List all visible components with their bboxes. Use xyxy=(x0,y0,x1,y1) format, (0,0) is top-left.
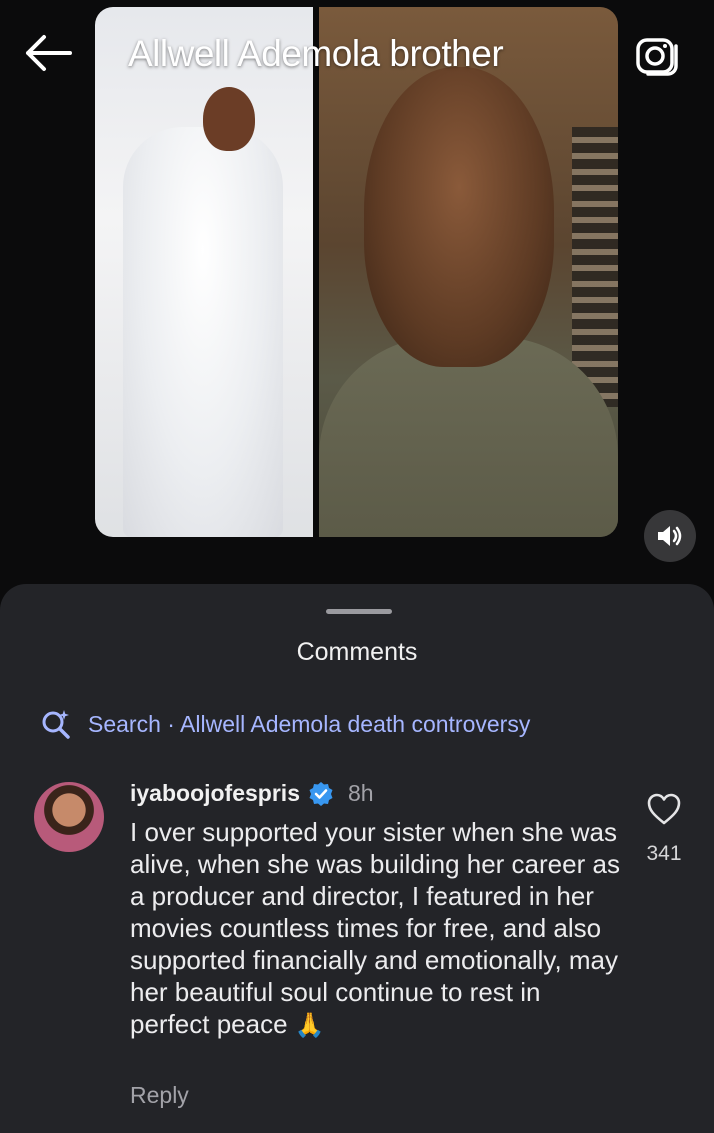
man-face xyxy=(364,67,554,367)
camera-icon xyxy=(636,38,678,76)
video-area: Allwell Ademola brother xyxy=(0,0,714,600)
back-button[interactable] xyxy=(22,30,74,76)
search-sparkle-icon xyxy=(42,710,70,739)
video-title: Allwell Ademola brother xyxy=(128,33,504,74)
comment-time: 8h xyxy=(347,780,374,806)
heart-icon xyxy=(647,793,681,825)
like-button[interactable] xyxy=(646,792,682,826)
video-left-panel xyxy=(95,7,313,537)
comment-header: iyaboojofespris 8h xyxy=(130,780,374,807)
sound-toggle-button[interactable] xyxy=(644,510,696,562)
video-right-panel xyxy=(319,7,618,537)
search-suggestion-label: Search · Allwell Ademola death controver… xyxy=(88,710,531,737)
comments-title: Comments xyxy=(296,638,418,666)
video-thumbnail[interactable] xyxy=(95,7,618,537)
man-shirt xyxy=(319,337,618,537)
speaker-icon xyxy=(658,526,682,546)
verified-badge-icon xyxy=(309,781,333,806)
comment-username[interactable]: iyaboojofespris xyxy=(130,780,300,807)
pray-emoji: 🙏 xyxy=(294,1012,325,1039)
comments-sheet: Comments Search · Allwell Ademola death … xyxy=(0,584,714,1133)
sheet-drag-handle[interactable] xyxy=(326,609,392,614)
woman-head xyxy=(203,87,255,151)
reply-button[interactable]: Reply xyxy=(130,1082,189,1109)
comment-text: I over supported your sister when she wa… xyxy=(130,817,620,1039)
comment-body: I over supported your sister when she wa… xyxy=(130,816,620,1042)
search-suggestion[interactable]: Search · Allwell Ademola death controver… xyxy=(40,708,530,740)
like-count: 341 xyxy=(646,842,682,865)
arrow-left-icon xyxy=(26,35,72,71)
woman-figure xyxy=(123,127,283,537)
avatar[interactable] xyxy=(34,782,104,852)
window-blind xyxy=(572,127,618,407)
camera-button[interactable] xyxy=(632,30,682,80)
